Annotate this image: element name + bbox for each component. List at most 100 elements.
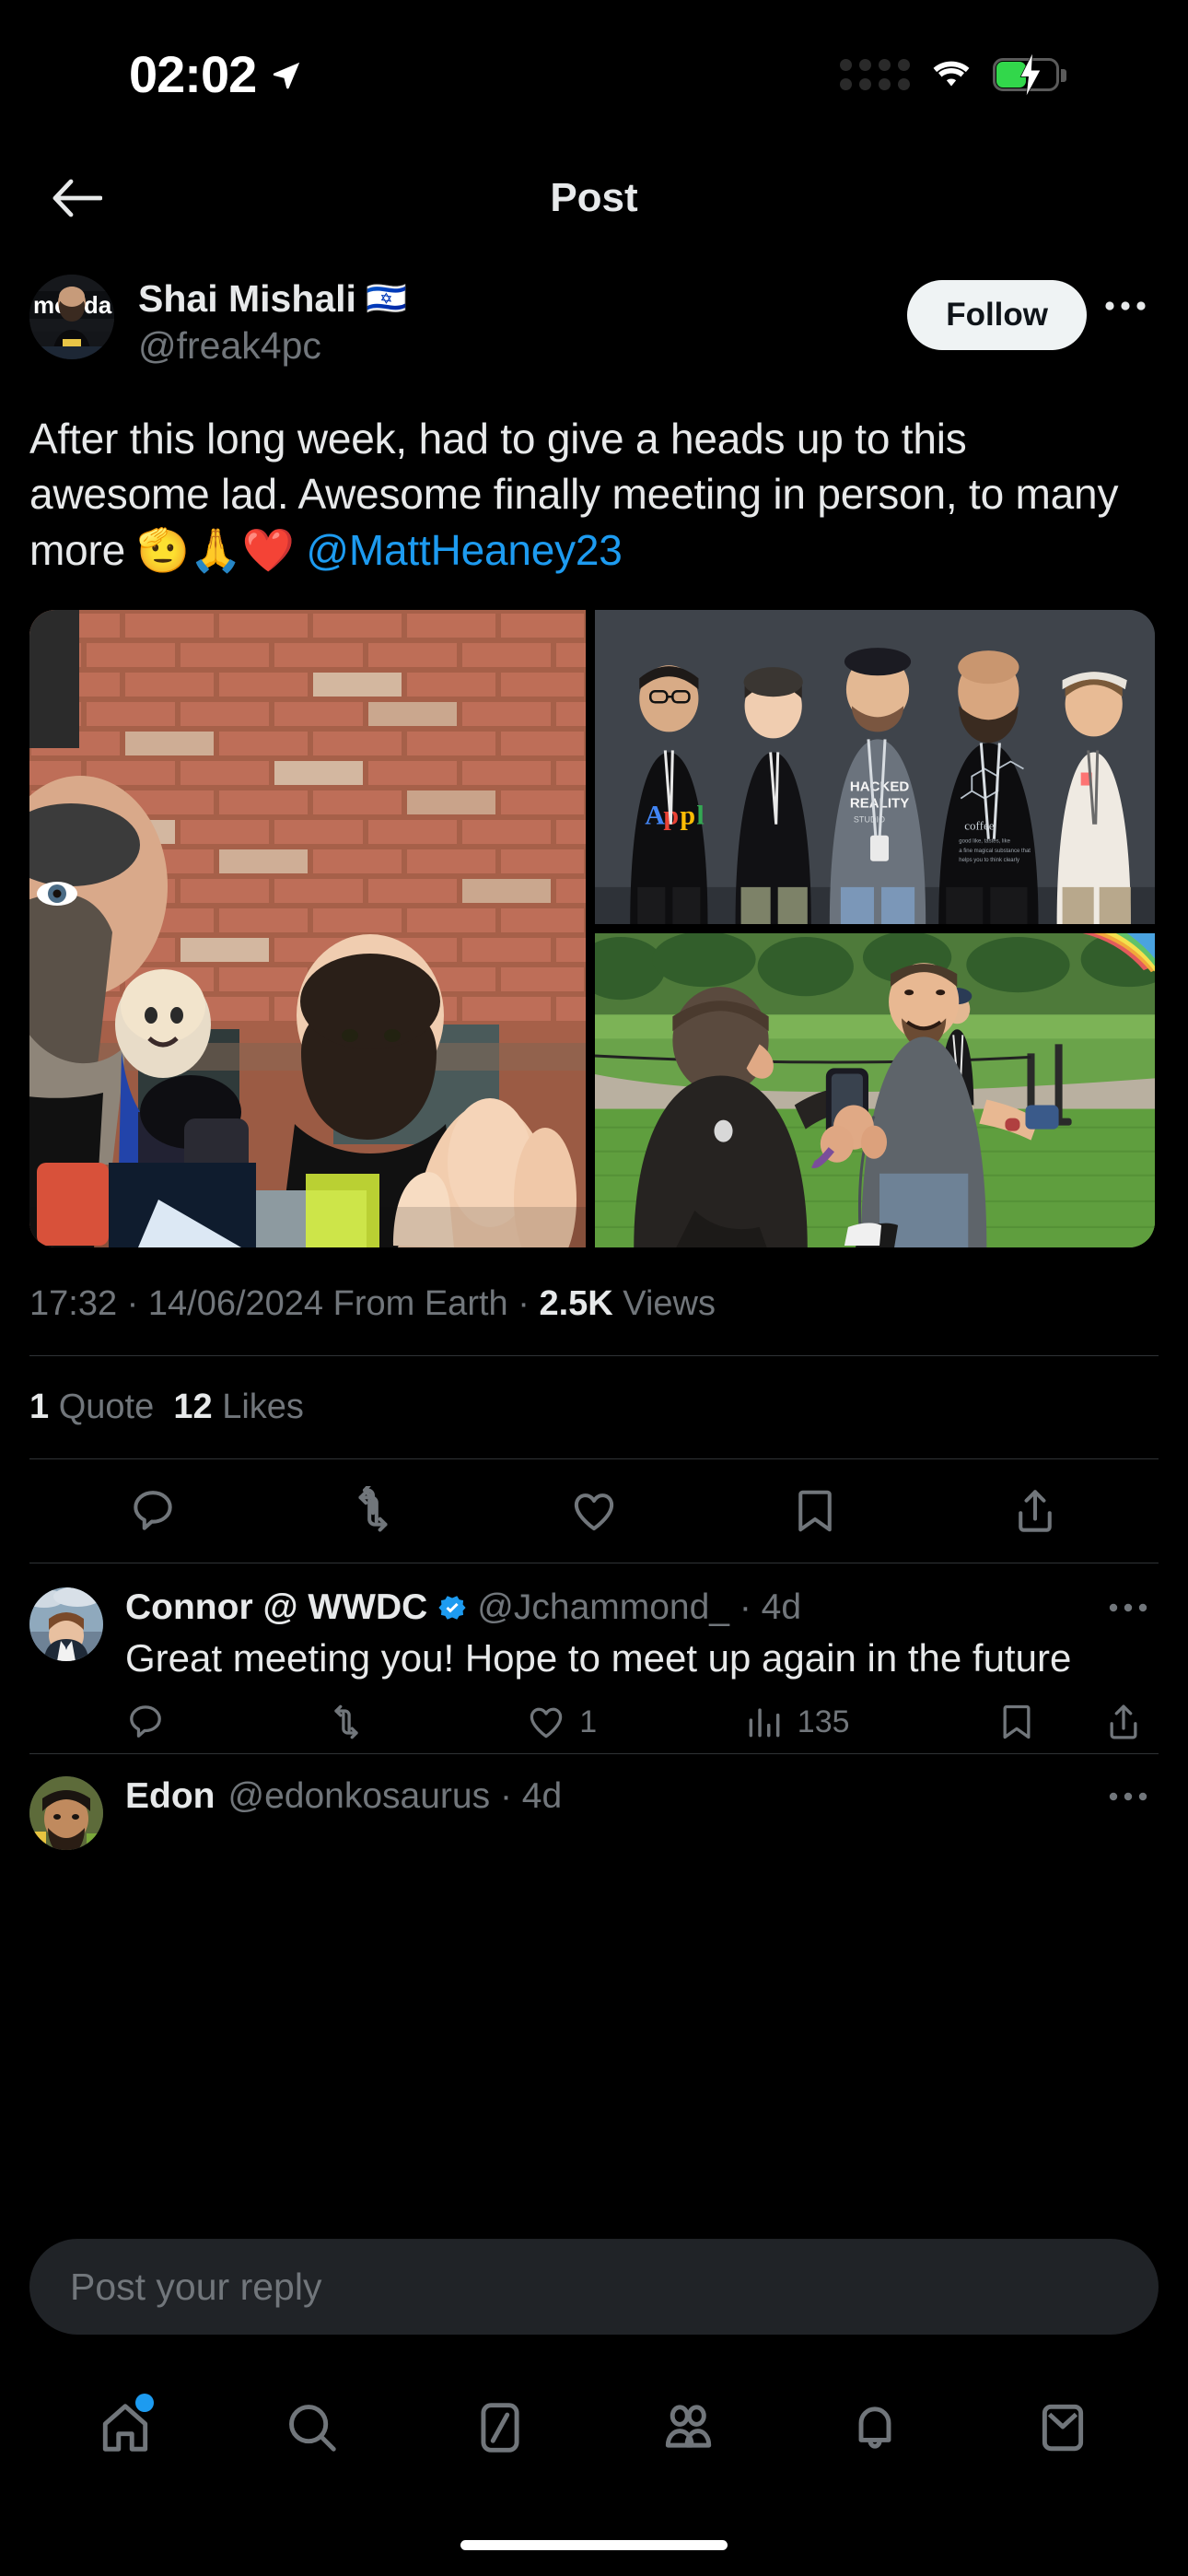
location-arrow-icon: [274, 62, 300, 89]
status-bar-right: [840, 53, 1066, 97]
post-text: After this long week, had to give a head…: [0, 370, 1188, 579]
reply-bookmark-button[interactable]: [996, 1702, 1037, 1742]
bookmark-button[interactable]: [787, 1483, 843, 1539]
share-button[interactable]: [1007, 1483, 1063, 1539]
svg-text:A: A: [645, 799, 665, 830]
like-label[interactable]: Likes: [222, 1388, 304, 1426]
reply-composer-bar: [0, 2219, 1188, 2359]
reply-item[interactable]: Connor @ WWDC @Jchammond_ · 4d Great mee…: [0, 1563, 1188, 1754]
reply-retweet-button[interactable]: [326, 1702, 379, 1742]
reply-avatar[interactable]: [29, 1776, 103, 1851]
signal-dots-icon: [840, 59, 910, 90]
home-indicator: [460, 2540, 728, 2550]
reply-reply-button[interactable]: [125, 1702, 179, 1742]
photo-brick-wall-selfie-image: [29, 609, 586, 1247]
like-count[interactable]: 12: [173, 1388, 212, 1426]
reply-display-name[interactable]: Connor @ WWDC: [125, 1587, 427, 1628]
communities-icon: [665, 2405, 711, 2448]
reply-more-button[interactable]: [1105, 1776, 1151, 1817]
reply-views-count: 135: [797, 1704, 850, 1739]
author-handle[interactable]: @freak4pc: [138, 322, 907, 369]
reply-header: Connor @ WWDC @Jchammond_ · 4d: [125, 1587, 1151, 1628]
retweet-button[interactable]: [345, 1483, 401, 1539]
post-emojis: 🫡🙏❤️: [136, 526, 307, 575]
app-screen: 02:02 Post Shai Mishali 🇮🇱 @freak4pc Fol…: [0, 0, 1188, 2576]
reply-button[interactable]: [125, 1483, 181, 1539]
back-button[interactable]: [44, 166, 109, 230]
quote-label[interactable]: Quote: [59, 1388, 155, 1426]
author-names: Shai Mishali 🇮🇱 @freak4pc: [138, 276, 907, 370]
wifi-icon: [933, 61, 970, 87]
quote-count[interactable]: 1: [29, 1388, 49, 1426]
reply-avatar[interactable]: [29, 1587, 103, 1661]
avatar-image: monda: [29, 275, 114, 359]
post-stats: 1 Quote 12 Likes: [0, 1356, 1188, 1458]
page-header: Post: [0, 138, 1188, 258]
messages-icon: [1042, 2404, 1084, 2452]
more-horizontal-icon: [1105, 301, 1146, 310]
post-media-right-column: A p p l HACKED REALITY STUDIO coffee goo…: [595, 609, 1155, 1247]
meta-sep-1: ·: [117, 1283, 148, 1323]
meta-sep-2: ·: [507, 1283, 540, 1323]
post-source: From Earth: [332, 1283, 508, 1323]
reply-text: Great meeting you! Hope to meet up again…: [125, 1635, 1072, 1680]
author-display-name[interactable]: Shai Mishali 🇮🇱: [138, 276, 907, 321]
follow-button[interactable]: Follow: [907, 280, 1087, 350]
reply-composer[interactable]: [29, 2239, 1159, 2335]
status-bar-clock: 02:02: [129, 44, 257, 103]
post-action-bar: [0, 1459, 1188, 1563]
reply-views-button[interactable]: 135: [744, 1702, 850, 1742]
retweet-icon: [358, 1485, 388, 1532]
flag-emoji: 🇮🇱: [365, 278, 407, 317]
reply-handle[interactable]: @Jchammond_ · 4d: [477, 1587, 801, 1628]
reply-header: Edon @edonkosaurus · 4d: [125, 1776, 1151, 1817]
post-views-label: Views: [623, 1283, 716, 1323]
search-icon: [289, 2405, 337, 2452]
post-views-count: 2.5K: [539, 1283, 613, 1323]
photo-park-phone-image: [595, 932, 1155, 1247]
nav-notifications[interactable]: [835, 2388, 914, 2467]
photo-brick-wall-selfie[interactable]: [29, 609, 586, 1247]
bookmark-icon: [1003, 1705, 1031, 1739]
verified-badge-icon: [438, 1596, 466, 1620]
home-badge: [134, 2394, 154, 2412]
photo-park-phone[interactable]: [595, 932, 1155, 1247]
reply-share-button[interactable]: [1103, 1702, 1144, 1742]
reply-input[interactable]: [70, 2265, 1118, 2309]
post-mention-link[interactable]: @MattHeaney23: [306, 526, 622, 574]
nav-communities[interactable]: [648, 2388, 728, 2467]
nav-grok[interactable]: [460, 2388, 540, 2467]
like-icon: [530, 1707, 563, 1739]
status-bar: 02:02: [0, 0, 1188, 138]
post-more-button[interactable]: [1100, 280, 1151, 332]
reply-handle[interactable]: @edonkosaurus · 4d: [227, 1776, 562, 1817]
author-name-text: Shai Mishali: [138, 277, 356, 320]
bookmark-icon: [798, 1490, 832, 1532]
reply-avatar-image: [29, 1776, 103, 1851]
svg-text:a fine magical substance that: a fine magical substance that: [959, 849, 1031, 854]
battery-charging-icon: [993, 53, 1066, 97]
photo-group-five-people[interactable]: A p p l HACKED REALITY STUDIO coffee goo…: [595, 609, 1155, 924]
svg-text:helps you to think clearly: helps you to think clearly: [959, 858, 1019, 863]
status-bar-left: 02:02: [129, 44, 302, 104]
reply-item[interactable]: Edon @edonkosaurus · 4d: [0, 1754, 1188, 1861]
post-media-grid: A p p l HACKED REALITY STUDIO coffee goo…: [29, 609, 1155, 1247]
notifications-icon: [859, 2406, 891, 2449]
post-metadata: 17:32 · 14/06/2024 From Earth · 2.5K Vie…: [0, 1247, 1188, 1355]
svg-text:REALITY: REALITY: [850, 795, 909, 811]
post-author-row: monda Shai Mishali 🇮🇱 @freak4pc Follow: [0, 258, 1188, 370]
like-button[interactable]: [566, 1483, 622, 1539]
reply-display-name[interactable]: Edon: [125, 1776, 215, 1817]
more-horizontal-icon: [1109, 1793, 1147, 1801]
nav-home[interactable]: [86, 2388, 165, 2467]
svg-text:p: p: [680, 799, 695, 830]
nav-search[interactable]: [273, 2388, 352, 2467]
reply-body: Connor @ WWDC @Jchammond_ · 4d Great mee…: [125, 1587, 1151, 1743]
nav-messages[interactable]: [1023, 2388, 1102, 2467]
share-icon: [1110, 1704, 1137, 1739]
reply-action-bar: 1 135: [125, 1702, 1151, 1742]
avatar[interactable]: monda: [29, 275, 114, 359]
reply-like-button[interactable]: 1: [526, 1702, 597, 1742]
reply-more-button[interactable]: [1105, 1587, 1151, 1628]
photo-group-five-people-image: A p p l HACKED REALITY STUDIO coffee goo…: [595, 609, 1155, 924]
